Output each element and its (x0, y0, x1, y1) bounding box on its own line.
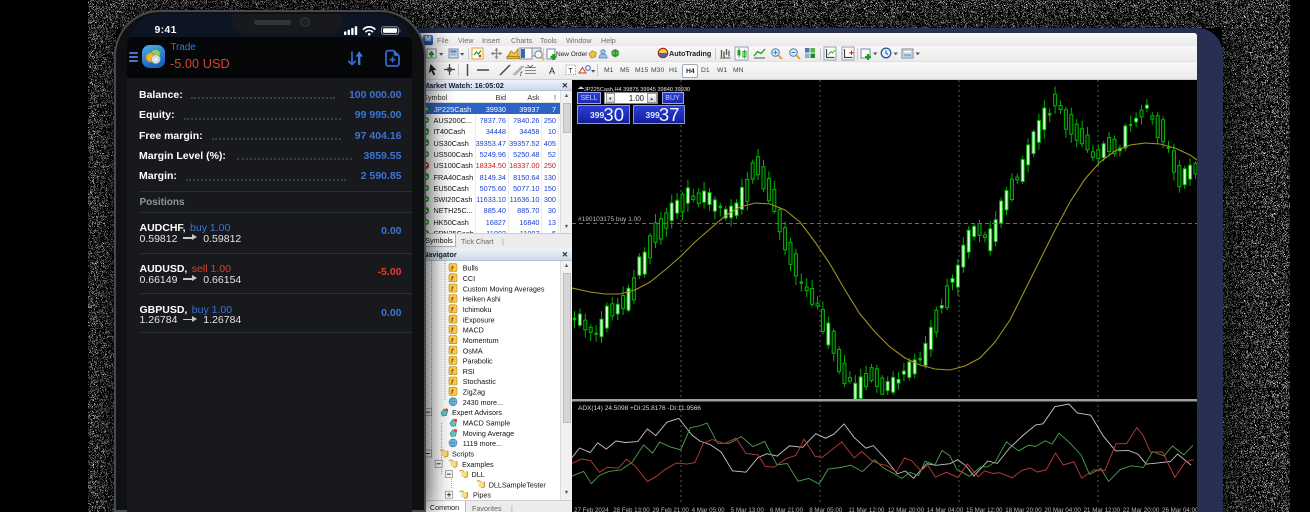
svg-text:Pipes: Pipes (473, 490, 491, 499)
svg-text:AutoTrading: AutoTrading (669, 49, 711, 58)
svg-text:#190103175 buy 1.00: #190103175 buy 1.00 (578, 216, 641, 223)
svg-text:Moving Average: Moving Average (463, 428, 514, 437)
svg-text:8 Mar 05:00: 8 Mar 05:00 (809, 507, 843, 512)
svg-text:4 Mar 05:00: 4 Mar 05:00 (692, 507, 726, 512)
svg-text:f: f (520, 71, 523, 78)
svg-text:Heiken Ashi: Heiken Ashi (463, 294, 501, 303)
svg-text:T: T (568, 68, 573, 75)
svg-text:6 Mar 21:00: 6 Mar 21:00 (770, 507, 804, 512)
svg-text:26 Mar 04:00: 26 Mar 04:00 (1162, 507, 1197, 512)
svg-text:New Order: New Order (556, 51, 588, 58)
svg-text:Stochastic: Stochastic (463, 377, 497, 386)
svg-text:27 Feb 2024: 27 Feb 2024 (574, 507, 609, 512)
svg-text:Custom Moving Averages: Custom Moving Averages (463, 284, 545, 293)
svg-text:A: A (549, 66, 555, 76)
svg-text:15 Mar 12:00: 15 Mar 12:00 (966, 507, 1003, 512)
svg-text:DLL: DLL (472, 470, 485, 479)
svg-text:ZigZag: ZigZag (463, 387, 485, 396)
svg-text:Bulls: Bulls (463, 263, 479, 272)
svg-text:Expert Advisors: Expert Advisors (452, 408, 502, 417)
svg-text:20 Mar 04:00: 20 Mar 04:00 (1044, 507, 1081, 512)
svg-text:18 Mar 20:00: 18 Mar 20:00 (1005, 507, 1042, 512)
svg-text:22 Mar 20:00: 22 Mar 20:00 (1123, 507, 1160, 512)
svg-text:MACD: MACD (463, 325, 484, 334)
svg-text:ADX(14) 24.5098 +DI:25.8176 -D: ADX(14) 24.5098 +DI:25.8176 -DI:11.9566 (578, 405, 701, 412)
svg-text:Parabolic: Parabolic (463, 356, 493, 365)
svg-text:29 Feb 21:00: 29 Feb 21:00 (652, 507, 689, 512)
svg-text:2430 more...: 2430 more... (463, 397, 503, 406)
svg-text:Momentum: Momentum (463, 335, 499, 344)
svg-text:DLLSampleTester: DLLSampleTester (489, 480, 547, 489)
svg-text:CCI: CCI (463, 274, 475, 283)
svg-text:5 Mar 13:00: 5 Mar 13:00 (731, 507, 765, 512)
svg-text:Ichimoku: Ichimoku (463, 305, 492, 314)
svg-text:Examples: Examples (462, 459, 494, 468)
svg-text:RSI: RSI (463, 366, 475, 375)
svg-text:12 Mar 20:00: 12 Mar 20:00 (888, 507, 925, 512)
svg-text:14 Mar 04:00: 14 Mar 04:00 (927, 507, 964, 512)
svg-text:21 Mar 12:00: 21 Mar 12:00 (1084, 507, 1121, 512)
svg-text:11 Mar 12:00: 11 Mar 12:00 (848, 507, 885, 512)
svg-text:MACD Sample: MACD Sample (463, 418, 511, 427)
svg-text:OsMA: OsMA (463, 346, 483, 355)
svg-text:Scripts: Scripts (452, 449, 474, 458)
svg-text:28 Feb 13:00: 28 Feb 13:00 (613, 507, 650, 512)
svg-text:1119 more...: 1119 more... (463, 439, 502, 448)
svg-text:iExposure: iExposure (463, 315, 495, 324)
